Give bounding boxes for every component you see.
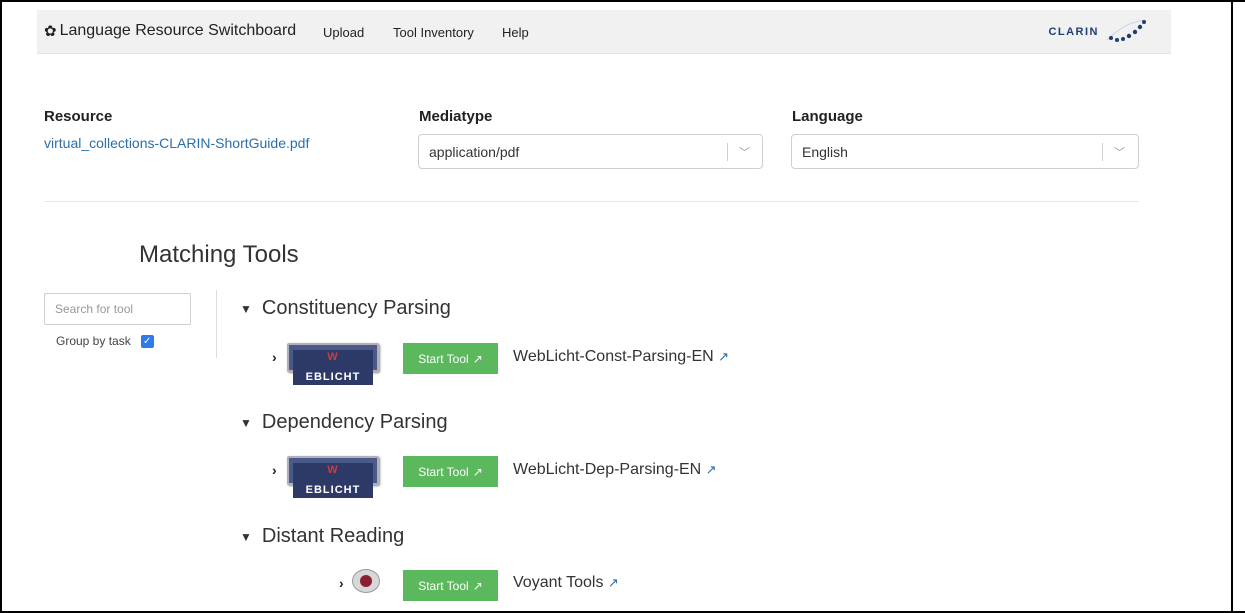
group-by-task-label: Group by task (56, 334, 131, 348)
task-name: Distant Reading (261, 525, 405, 547)
task-name: Constituency Parsing (261, 297, 451, 319)
language-select-separator (1102, 143, 1103, 161)
chevron-down-icon: ▼ (240, 415, 252, 430)
mediatype-select-separator (727, 143, 728, 161)
language-label: Language (792, 108, 863, 125)
voyant-logo (352, 569, 380, 593)
chevron-down-icon: ﹀ (739, 147, 750, 159)
external-link-icon[interactable]: ↗ (608, 575, 619, 590)
external-link-icon: ↗ (472, 351, 483, 366)
nav-upload[interactable]: Upload (323, 25, 364, 40)
external-link-icon[interactable]: ↗ (706, 462, 717, 477)
mediatype-label: Mediatype (419, 108, 493, 125)
task-header-constituency-parsing[interactable]: ▼ Constituency Parsing (240, 297, 451, 320)
window-frame-right (1231, 0, 1233, 613)
gear-icon: ✿ (44, 23, 57, 40)
navbar: ✿ Language Resource Switchboard Upload T… (37, 10, 1171, 54)
search-tool-input[interactable] (45, 294, 190, 324)
divider (44, 201, 1139, 202)
search-tool-field[interactable] (44, 293, 191, 325)
resource-link[interactable]: virtual_collections-CLARIN-ShortGuide.pd… (44, 135, 309, 151)
chevron-down-icon: ﹀ (1114, 147, 1125, 159)
clarin-logo[interactable]: CLARIN (1048, 18, 1149, 46)
nav-help[interactable]: Help (502, 25, 529, 40)
external-link-icon: ↗ (472, 464, 483, 479)
chevron-right-icon[interactable]: › (339, 575, 344, 591)
external-link-icon[interactable]: ↗ (718, 349, 729, 364)
start-tool-label: Start Tool (418, 351, 469, 366)
language-value: English (802, 144, 848, 160)
mediatype-value: application/pdf (429, 144, 520, 160)
tool-name[interactable]: Voyant Tools ↗ (513, 574, 619, 592)
tool-name[interactable]: WebLicht-Const-Parsing-EN ↗ (513, 348, 729, 366)
start-tool-button[interactable]: Start Tool ↗ (403, 570, 498, 601)
mediatype-select[interactable]: application/pdf ﹀ (418, 134, 763, 169)
task-header-distant-reading[interactable]: ▼ Distant Reading (240, 525, 404, 548)
weblicht-logo: W EBLICHT (287, 456, 379, 498)
clarin-logo-text: CLARIN (1048, 26, 1099, 38)
start-tool-button[interactable]: Start Tool ↗ (403, 343, 498, 374)
external-link-icon: ↗ (472, 578, 483, 593)
chevron-right-icon[interactable]: › (272, 349, 277, 365)
tool-name-text: WebLicht-Dep-Parsing-EN (513, 461, 702, 478)
resource-label: Resource (44, 108, 113, 125)
tool-name[interactable]: WebLicht-Dep-Parsing-EN ↗ (513, 461, 717, 479)
nav-tool-inventory[interactable]: Tool Inventory (393, 25, 474, 40)
brand[interactable]: ✿ Language Resource Switchboard (44, 22, 296, 40)
brand-title: Language Resource Switchboard (59, 22, 297, 39)
language-select[interactable]: English ﹀ (791, 134, 1139, 169)
group-by-task-checkbox[interactable]: ✓ (140, 334, 154, 348)
chevron-right-icon[interactable]: › (272, 462, 277, 478)
chevron-down-icon: ▼ (240, 529, 252, 544)
clarin-dots-icon (1106, 19, 1146, 42)
start-tool-button[interactable]: Start Tool ↗ (403, 456, 498, 487)
chevron-down-icon: ▼ (240, 301, 252, 316)
task-name: Dependency Parsing (261, 411, 448, 433)
weblicht-logo: W EBLICHT (287, 343, 379, 385)
tool-name-text: Voyant Tools (513, 574, 604, 591)
start-tool-label: Start Tool (418, 578, 469, 593)
tool-name-text: WebLicht-Const-Parsing-EN (513, 348, 714, 365)
start-tool-label: Start Tool (418, 464, 469, 479)
matching-tools-title: Matching Tools (139, 241, 299, 268)
sidebar-separator (216, 290, 217, 358)
group-by-task[interactable]: Group by task ✓ (56, 334, 154, 348)
task-header-dependency-parsing[interactable]: ▼ Dependency Parsing (240, 411, 448, 434)
